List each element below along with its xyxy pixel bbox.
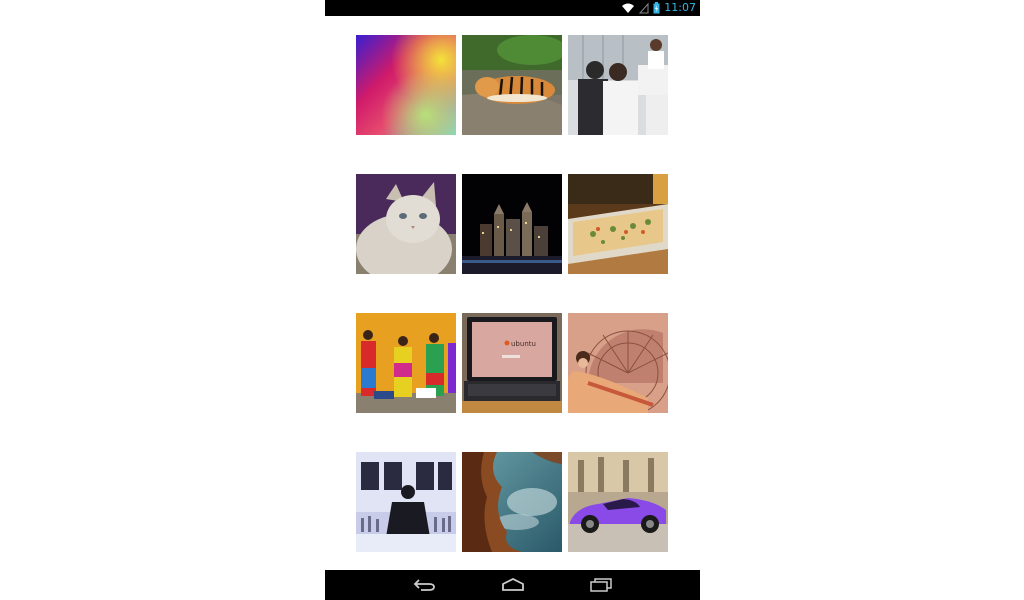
gallery-thumbnail-abstract[interactable] [356, 35, 456, 135]
back-icon [413, 578, 437, 592]
home-icon [501, 578, 525, 592]
signal-icon [639, 2, 649, 14]
recent-apps-button[interactable] [585, 573, 617, 597]
navigation-bar [325, 570, 700, 600]
gallery-thumbnail-bartender[interactable] [356, 452, 456, 552]
back-button[interactable] [409, 573, 441, 597]
photo-grid: ubuntu [356, 35, 669, 552]
status-icons: 11:07 [621, 0, 696, 16]
gallery-thumbnail-rocky-coast[interactable] [462, 452, 562, 552]
wifi-icon [621, 2, 635, 14]
gallery-thumbnail-pizza[interactable] [568, 174, 668, 274]
gallery-thumbnail-city-night[interactable] [462, 174, 562, 274]
status-bar: 11:07 [325, 0, 700, 16]
recent-apps-icon [589, 578, 613, 592]
gallery-thumbnail-vintage-fan-art[interactable] [568, 313, 668, 413]
home-button[interactable] [497, 573, 529, 597]
gallery-thumbnail-office[interactable] [568, 35, 668, 135]
ubuntu-logo-text: ubuntu [511, 340, 536, 348]
gallery-thumbnail-purple-car[interactable] [568, 452, 668, 552]
status-time: 11:07 [664, 1, 696, 14]
gallery-thumbnail-tiger[interactable] [462, 35, 562, 135]
gallery-thumbnail-ubuntu-laptop[interactable]: ubuntu [462, 313, 562, 413]
android-screen: 11:07 ubuntu [325, 0, 700, 600]
gallery-thumbnail-cat[interactable] [356, 174, 456, 274]
gallery-thumbnail-colorful-dresses[interactable] [356, 313, 456, 413]
battery-icon [653, 2, 660, 14]
